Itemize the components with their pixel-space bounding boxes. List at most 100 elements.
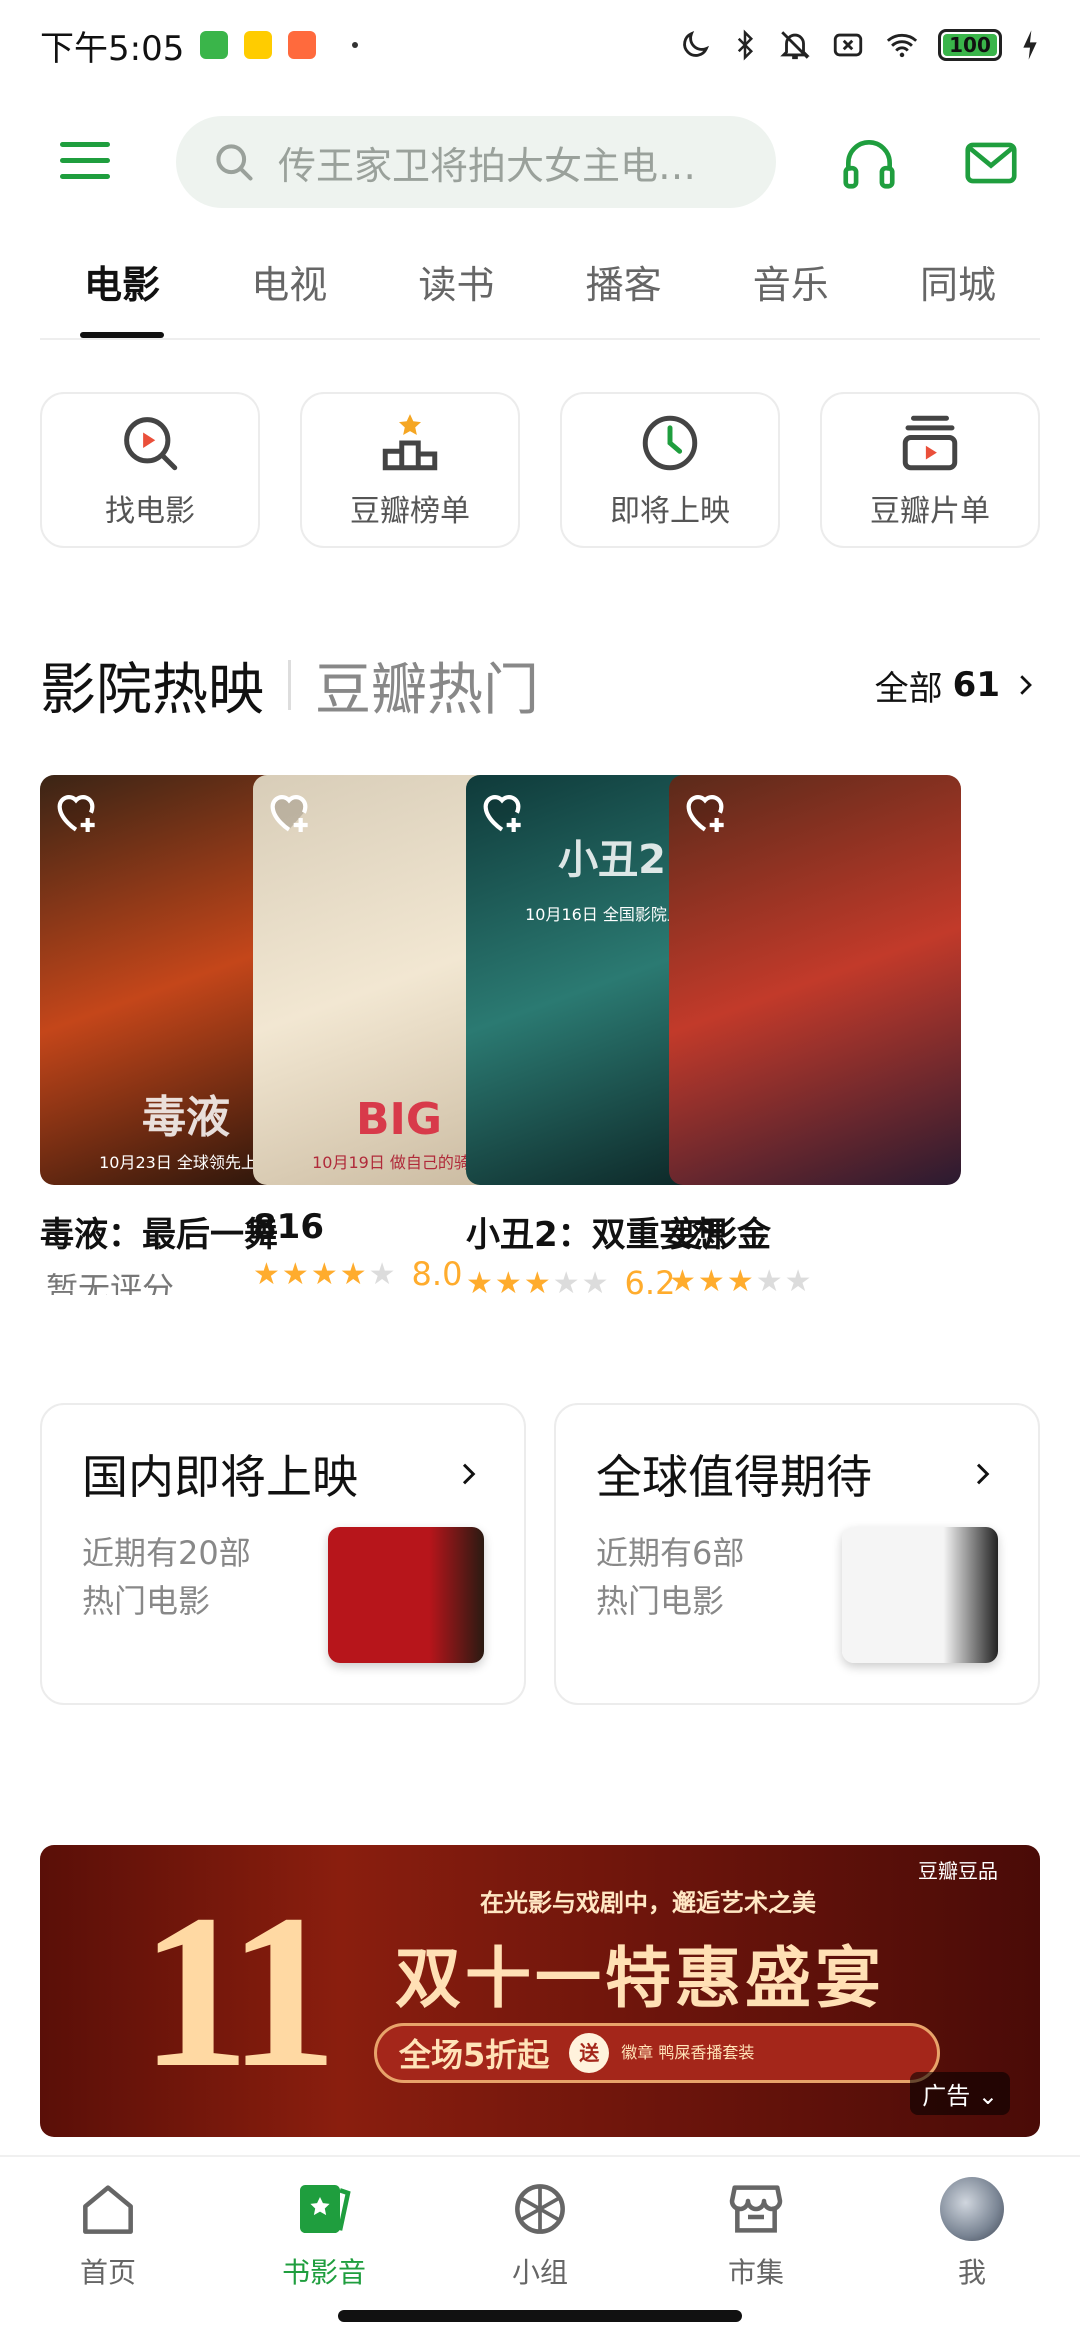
charging-icon — [1023, 30, 1037, 60]
card-thumbnail — [328, 1527, 484, 1663]
bluetooth-icon — [737, 29, 754, 61]
star-filled-icon: ★ — [697, 1264, 727, 1295]
chevron-down-icon: ⌄ — [977, 2082, 998, 2110]
star-empty-icon: ★ — [755, 1264, 785, 1295]
card-desc-line: 近期有20部 — [82, 1534, 251, 1572]
no-rating-text: 暂无评分 — [46, 1270, 175, 1295]
ad-close-button[interactable]: 广告 ⌄ — [910, 2072, 1010, 2115]
nav-label: 我 — [957, 2256, 986, 2289]
view-all-button[interactable]: 全部 61 — [875, 661, 1040, 710]
shopping-bag-icon — [288, 31, 317, 59]
domestic-upcoming-card[interactable]: 国内即将上映 近期有20部 热门电影 — [40, 1403, 526, 1705]
card-title: 国内即将上映 — [82, 1450, 358, 1504]
rating-stars: ★★★★★ — [253, 1257, 398, 1292]
nav-label: 首页 — [79, 2256, 136, 2289]
notification-dot-icon — [352, 42, 359, 48]
group-icon — [515, 2184, 565, 2234]
ad-banner[interactable]: 11 在光影与戏剧中，邂逅艺术之美 双十一特惠盛宴 全场5折起 送 徽章 鸭屎香… — [40, 1845, 1040, 2137]
ad-label: 广告 — [922, 2082, 971, 2110]
quick-label: 豆瓣片单 — [870, 494, 990, 529]
ad-promo-pill: 全场5折起 送 徽章 鸭屎香播套装 — [374, 2023, 940, 2083]
movie-poster[interactable] — [669, 775, 961, 1185]
star-filled-icon: ★ — [310, 1256, 340, 1292]
nav-home[interactable]: 首页 — [23, 2177, 193, 2340]
quick-label: 即将上映 — [610, 494, 730, 529]
media-icon — [300, 2185, 351, 2233]
douban-list-button[interactable]: 豆瓣片单 — [820, 392, 1040, 548]
headphones-icon[interactable] — [838, 132, 900, 194]
ad-big-number: 11 — [140, 1869, 338, 2113]
mail-icon[interactable] — [960, 132, 1022, 194]
star-filled-icon: ★ — [339, 1256, 369, 1292]
wechat-icon — [200, 31, 229, 59]
search-placeholder: 传王家卫将拍大女主电… — [278, 143, 697, 188]
star-filled-icon: ★ — [466, 1265, 495, 1296]
status-bar: 下午5:05 100 — [0, 0, 1080, 90]
tab-books[interactable]: 读书 — [374, 250, 538, 338]
search-play-icon — [124, 417, 178, 471]
douban-ranking-button[interactable]: 豆瓣榜单 — [300, 392, 520, 548]
global-anticipated-card[interactable]: 全球值得期待 近期有6部 热门电影 — [554, 1403, 1040, 1705]
rating-stars: ★★★★★ — [466, 1266, 611, 1296]
tab-movie[interactable]: 电影 — [40, 250, 204, 338]
movie-title: 变形金 — [669, 1215, 771, 1255]
wifi-icon — [886, 33, 918, 58]
search-bar[interactable]: 传王家卫将拍大女主电… — [176, 116, 776, 208]
mute-bell-icon — [780, 31, 810, 60]
section-subtitle[interactable]: 豆瓣热门 — [315, 645, 539, 726]
avatar — [940, 2177, 1004, 2241]
card-thumbnail — [842, 1527, 998, 1663]
card-desc-line: 近期有6部 — [596, 1534, 745, 1572]
star-filled-icon: ★ — [523, 1265, 553, 1296]
rating-score: 6.2 — [624, 1264, 676, 1295]
ad-gift-text: 徽章 鸭屎香播套装 — [621, 2043, 755, 2062]
tab-tv[interactable]: 电视 — [207, 250, 371, 338]
movie-card[interactable]: 变形金 ★★★★★ — [669, 775, 961, 1295]
tab-local[interactable]: 同城 — [876, 250, 1040, 338]
card-desc-line: 热门电影 — [82, 1582, 211, 1620]
star-empty-icon: ★ — [581, 1265, 611, 1296]
movie-rating: ★★★★★ — [669, 1264, 961, 1295]
divider — [288, 660, 291, 710]
moon-icon — [683, 30, 710, 57]
star-empty-icon: ★ — [552, 1265, 582, 1296]
quick-label: 找电影 — [105, 494, 195, 529]
battery-indicator: 100 — [938, 29, 1002, 61]
add-wishlist-icon[interactable] — [677, 783, 733, 839]
ad-gift-badge: 送 — [569, 2033, 610, 2073]
view-all-count: 61 — [952, 665, 1000, 705]
section-title[interactable]: 影院热映 — [40, 645, 264, 726]
app-header: 传王家卫将拍大女主电… — [0, 112, 1080, 212]
add-wishlist-icon[interactable] — [48, 783, 104, 839]
tab-podcast[interactable]: 播客 — [542, 250, 706, 338]
home-indicator — [338, 2310, 742, 2322]
star-empty-icon: ★ — [784, 1264, 814, 1295]
menu-button[interactable] — [60, 142, 110, 182]
status-time: 下午5:05 — [40, 28, 185, 69]
add-wishlist-icon[interactable] — [261, 783, 317, 839]
coming-soon-button[interactable]: 即将上映 — [560, 392, 780, 548]
star-filled-icon: ★ — [494, 1265, 524, 1296]
nav-profile[interactable]: 我 — [887, 2177, 1057, 2340]
ad-brand: 豆瓣豆品 — [918, 1859, 998, 1883]
now-showing-header: 影院热映 豆瓣热门 全部 61 — [40, 650, 1040, 723]
find-movie-button[interactable]: 找电影 — [40, 392, 260, 548]
tab-music[interactable]: 音乐 — [709, 250, 873, 338]
chevron-right-icon — [976, 1463, 990, 1485]
card-desc-line: 热门电影 — [596, 1582, 725, 1620]
star-filled-icon: ★ — [726, 1264, 756, 1295]
nav-label: 市集 — [727, 2256, 784, 2289]
nav-label: 书影音 — [281, 2256, 366, 2289]
star-filled-icon: ★ — [669, 1264, 698, 1295]
market-icon — [729, 2185, 783, 2233]
clock-icon — [642, 415, 698, 471]
star-filled-icon: ★ — [253, 1256, 282, 1292]
movie-carousel[interactable]: 毒液 10月23日 全球领先上映 毒液：最后一舞 暂无评分 BIG 10月19日… — [40, 775, 1080, 1295]
rating-score: 8.0 — [411, 1255, 463, 1293]
ad-headline: 双十一特惠盛宴 — [395, 1940, 885, 2017]
ad-discount-text: 全场5折起 — [399, 2036, 550, 2074]
star-filled-icon: ★ — [281, 1256, 311, 1292]
star-empty-icon: ★ — [368, 1256, 398, 1292]
meituan-icon — [244, 31, 273, 59]
quick-label: 豆瓣榜单 — [350, 494, 470, 529]
